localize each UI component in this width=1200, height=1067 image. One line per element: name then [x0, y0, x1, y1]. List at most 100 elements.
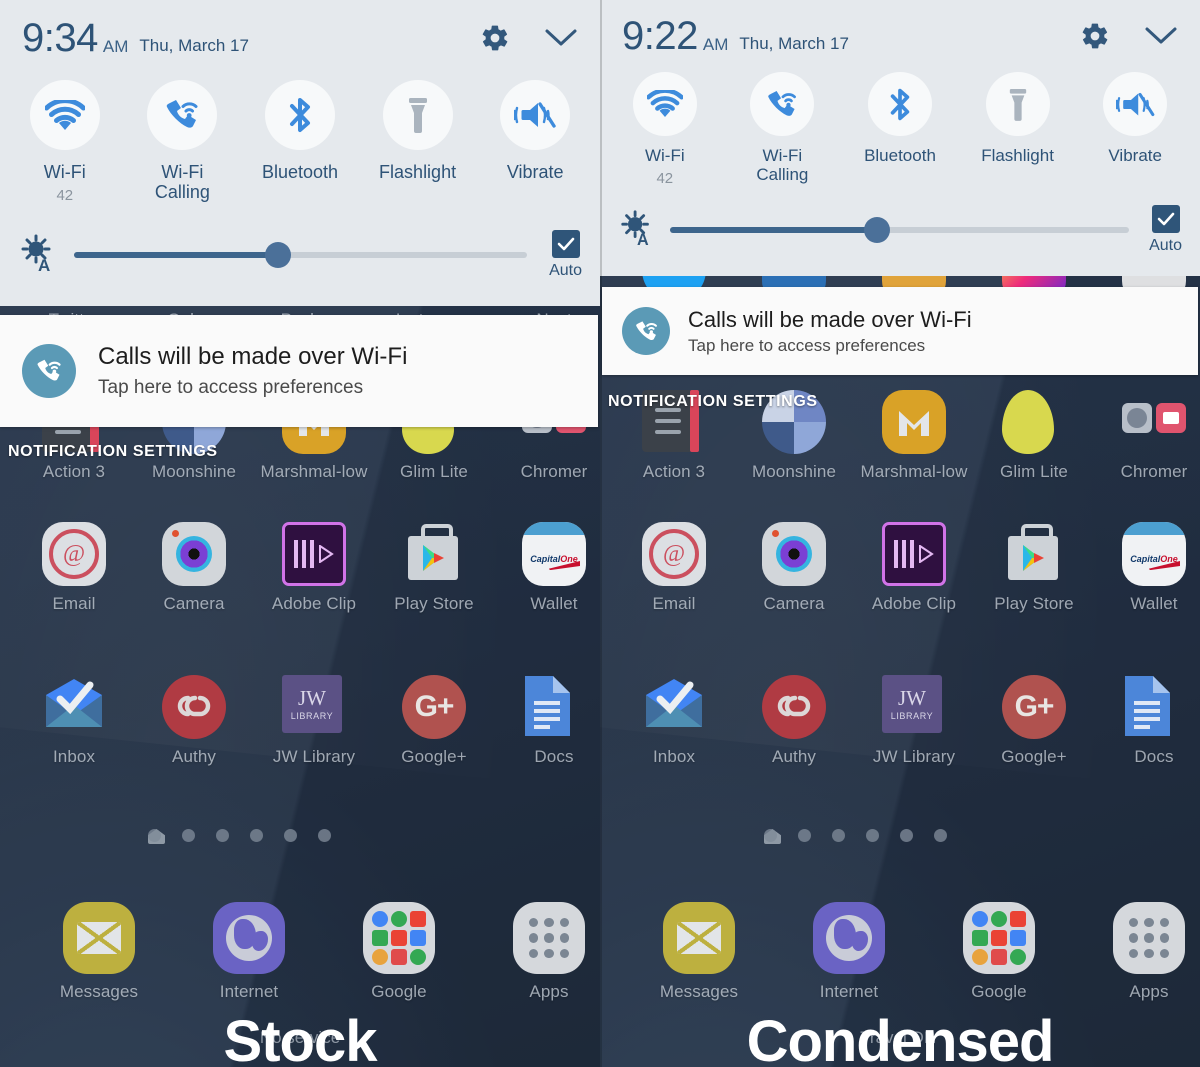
- gear-icon[interactable]: [480, 23, 510, 58]
- brightness-auto-toggle[interactable]: Auto: [549, 230, 582, 280]
- quick-tile-wifi-calling[interactable]: Wi-Fi Calling: [724, 72, 842, 187]
- app-label: Email: [52, 594, 96, 613]
- google-folder-icon[interactable]: [363, 902, 435, 974]
- quick-tile-flashlight[interactable]: Flashlight: [959, 72, 1077, 187]
- email-icon[interactable]: @: [642, 522, 706, 586]
- authy-icon[interactable]: [162, 675, 226, 739]
- quick-tile-vibrate[interactable]: Vibrate: [1076, 72, 1194, 187]
- apps-drawer-icon[interactable]: [1113, 902, 1185, 974]
- page-indicator-dots[interactable]: [764, 829, 947, 844]
- page-dot[interactable]: [866, 829, 879, 842]
- jw-library-icon[interactable]: JW LIBRARY: [882, 675, 946, 739]
- app-row-4: Inbox Authy JW LIBRARY JW Library G+ Goo…: [600, 675, 1200, 767]
- app-cell: Play Store: [974, 522, 1094, 614]
- quick-tile-button[interactable]: [1103, 72, 1168, 136]
- quick-tile-button[interactable]: [147, 80, 218, 150]
- notification-title: Calls will be made over Wi-Fi: [98, 343, 408, 371]
- auto-checkbox[interactable]: [551, 230, 580, 259]
- brightness-slider-knob[interactable]: [264, 242, 291, 269]
- google-plus-icon[interactable]: G+: [402, 675, 466, 739]
- brightness-slider-track[interactable]: [670, 217, 1130, 244]
- quick-tile-button[interactable]: [867, 72, 932, 136]
- vibrate-icon: [1115, 92, 1155, 116]
- notification-subtitle: Tap here to access preferences: [98, 376, 364, 398]
- notification-card-stock[interactable]: Calls will be made over Wi-Fi Tap here t…: [0, 315, 598, 427]
- camera-icon[interactable]: [762, 522, 826, 586]
- adobe-clip-icon[interactable]: [282, 522, 346, 586]
- internet-icon[interactable]: [213, 902, 285, 974]
- gear-icon[interactable]: [1080, 21, 1110, 56]
- brightness-slider-track[interactable]: [74, 242, 528, 269]
- brightness-auto-toggle[interactable]: Auto: [1149, 205, 1182, 255]
- vibrate-icon: [514, 102, 556, 128]
- quick-tile-button[interactable]: [500, 80, 571, 150]
- internet-icon[interactable]: [813, 902, 885, 974]
- quick-tile-button[interactable]: [750, 72, 815, 136]
- page-dot[interactable]: [318, 829, 331, 842]
- play-store-icon[interactable]: [1002, 522, 1066, 586]
- quick-tile-vibrate[interactable]: Vibrate: [476, 80, 594, 204]
- quick-tile-wifi-calling[interactable]: Wi-Fi Calling: [124, 80, 242, 204]
- app-label: Camera: [163, 594, 225, 613]
- quick-tile-bluetooth[interactable]: Bluetooth: [241, 80, 359, 204]
- quick-tile-wifi[interactable]: Wi-Fi 42: [606, 72, 724, 187]
- quick-tile-button[interactable]: [382, 80, 453, 150]
- jw-library-icon[interactable]: JW LIBRARY: [282, 675, 346, 739]
- chevron-down-icon[interactable]: [544, 27, 578, 54]
- page-dot[interactable]: [900, 829, 913, 842]
- camera-icon[interactable]: [162, 522, 226, 586]
- page-dot[interactable]: [182, 829, 195, 842]
- app-cell: JW LIBRARY JW Library: [854, 675, 974, 767]
- auto-checkbox[interactable]: [1151, 205, 1180, 234]
- page-dot[interactable]: [284, 829, 297, 842]
- marshmallow-icon[interactable]: [882, 390, 946, 454]
- page-dot[interactable]: [250, 829, 263, 842]
- page-dot[interactable]: [216, 829, 229, 842]
- quick-tile-wifi[interactable]: Wi-Fi 42: [6, 80, 124, 204]
- messages-icon[interactable]: [663, 902, 735, 974]
- notification-card-condensed[interactable]: Calls will be made over Wi-Fi Tap here t…: [602, 287, 1198, 375]
- quick-tile-button[interactable]: [632, 72, 697, 136]
- dock-label: Internet: [219, 982, 279, 1001]
- messages-icon[interactable]: [63, 902, 135, 974]
- quick-tile-label: Bluetooth: [864, 146, 936, 165]
- app-label: Moonshine: [151, 462, 237, 481]
- quick-tile-button[interactable]: [264, 80, 335, 150]
- quick-tile-flashlight[interactable]: Flashlight: [359, 80, 477, 204]
- capital-one-wallet-icon[interactable]: CapitalOne: [522, 522, 586, 586]
- page-dot[interactable]: [832, 829, 845, 842]
- quick-tile-button[interactable]: [29, 80, 100, 150]
- google-folder-icon[interactable]: [963, 902, 1035, 974]
- inbox-icon[interactable]: [42, 675, 106, 739]
- dock-cell: Messages: [24, 902, 174, 1002]
- page-dot[interactable]: [764, 829, 777, 842]
- brightness-slider-knob[interactable]: [863, 217, 890, 244]
- play-store-icon[interactable]: [402, 522, 466, 586]
- page-dot[interactable]: [934, 829, 947, 842]
- notification-settings-label[interactable]: NOTIFICATION SETTINGS: [8, 443, 218, 461]
- google-docs-icon[interactable]: [522, 675, 586, 739]
- capital-one-wallet-icon[interactable]: CapitalOne: [1122, 522, 1186, 586]
- flashlight-icon: [408, 98, 427, 133]
- notification-settings-label[interactable]: NOTIFICATION SETTINGS: [608, 393, 818, 411]
- google-plus-icon[interactable]: G+: [1002, 675, 1066, 739]
- authy-icon[interactable]: [762, 675, 826, 739]
- wifi-calling-icon: [167, 100, 198, 128]
- chevron-down-icon[interactable]: [1144, 25, 1178, 52]
- app-label: Action 3: [42, 462, 106, 481]
- page-indicator-dots[interactable]: [148, 829, 331, 844]
- quick-tile-bluetooth[interactable]: Bluetooth: [841, 72, 959, 187]
- dock-cell: Internet: [774, 902, 924, 1002]
- page-dot[interactable]: [798, 829, 811, 842]
- apps-drawer-icon[interactable]: [513, 902, 585, 974]
- glim-lite-icon[interactable]: [1002, 390, 1066, 454]
- quick-tile-button[interactable]: [985, 72, 1050, 136]
- chromer-icon[interactable]: [1122, 390, 1186, 454]
- google-docs-icon[interactable]: [1122, 675, 1186, 739]
- bluetooth-icon: [890, 88, 910, 120]
- quick-settings-tiles: Wi-Fi 42 Wi-Fi Calling Bluetooth Flashli…: [600, 72, 1200, 187]
- page-dot[interactable]: [148, 829, 161, 842]
- adobe-clip-icon[interactable]: [882, 522, 946, 586]
- email-icon[interactable]: @: [42, 522, 106, 586]
- inbox-icon[interactable]: [642, 675, 706, 739]
